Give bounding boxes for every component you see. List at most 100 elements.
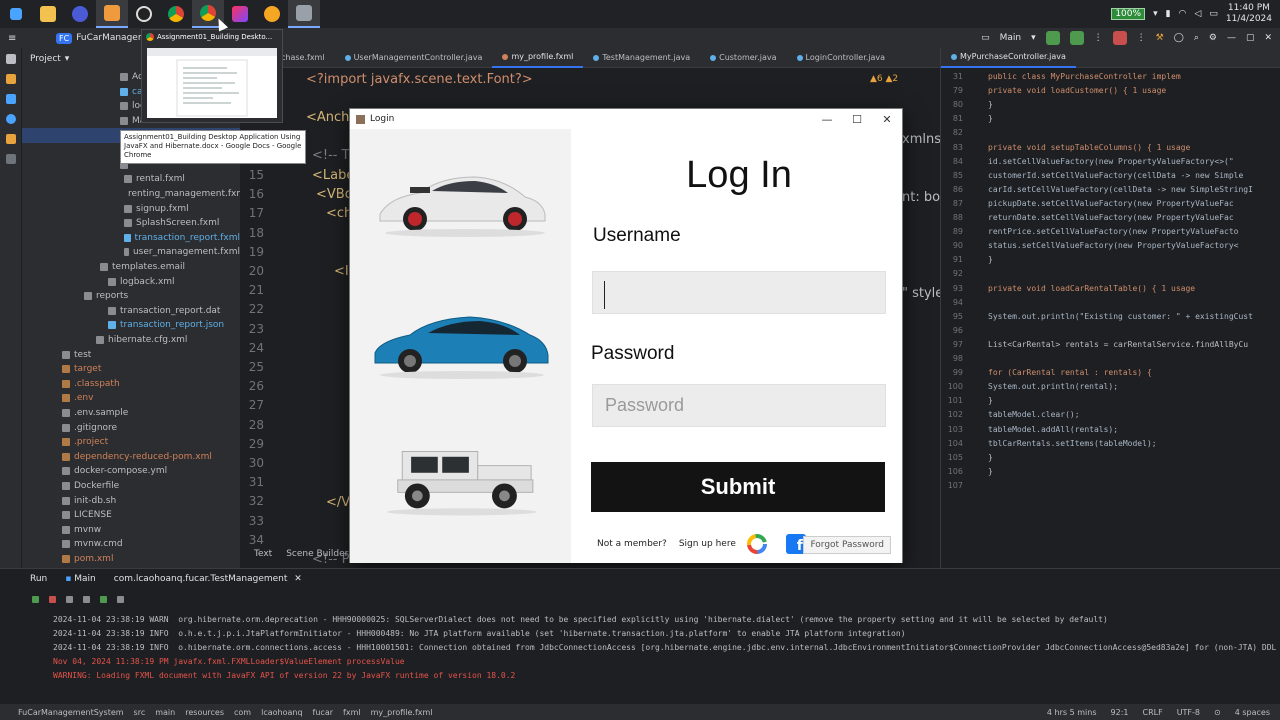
chevron-down-icon[interactable]: ▾ [1031,33,1036,43]
chevron-down-icon[interactable]: ▾ [1153,9,1158,19]
breadcrumb-item[interactable]: fxml [343,708,361,717]
app-orange-icon[interactable] [256,0,288,28]
bookmark-icon[interactable] [5,74,16,84]
more-icon[interactable] [117,595,124,603]
cursor-position[interactable]: 92:1 [1111,708,1129,717]
tab-main[interactable]: ▪ Main [65,574,95,584]
tree-item[interactable]: test [22,347,240,362]
tree-item[interactable]: rental.fxml [22,172,240,187]
breadcrumb-item[interactable]: FuCarManagementSystem [18,708,124,717]
more-icon[interactable] [5,154,16,164]
tree-item[interactable]: renting_management.fxml [22,187,240,202]
tree-item[interactable]: signup.fxml [22,201,240,216]
password-input[interactable] [592,384,886,427]
forgot-password-button[interactable]: Forgot Password [803,536,891,554]
tree-item[interactable]: init-db.sh [22,493,240,508]
clock[interactable]: 11:40 PM 11/4/2024 [1226,3,1272,25]
editor-tab[interactable]: TestManagement.java [583,48,700,68]
debug-icon[interactable] [1069,31,1084,45]
sign-up-link[interactable]: Sign up here [679,539,736,549]
usb-icon[interactable]: ▮ [1166,9,1171,19]
tree-item[interactable]: target [22,362,240,377]
tree-item[interactable]: .env.sample [22,406,240,421]
close-button[interactable]: ✕ [872,109,902,129]
tree-item[interactable]: transaction_report.fxml [22,231,240,246]
tree-item[interactable]: .env [22,391,240,406]
intellij-icon[interactable] [224,0,256,28]
database-icon[interactable] [5,134,16,144]
tree-item[interactable]: dependency-reduced-pom.xml [22,449,240,464]
search-icon[interactable]: ⌕ [1194,33,1199,43]
tree-item[interactable]: Dockerfile [22,479,240,494]
warnings-indicator[interactable]: ▲6 ▲2 [870,74,898,84]
breadcrumb-item[interactable]: com [234,708,251,717]
wifi-icon[interactable]: ◠ [1179,9,1187,19]
tree-item[interactable]: mvnw [22,522,240,537]
camera-icon[interactable] [66,595,73,603]
breadcrumb-item[interactable]: src [134,708,146,717]
tree-item[interactable]: LICENSE [22,508,240,523]
editor-tab[interactable]: LoginController.java [787,48,896,68]
breadcrumb-item[interactable]: lcaohoanq [261,708,302,717]
run-icon[interactable] [1045,31,1060,45]
battery-icon[interactable]: ▭ [1209,9,1218,19]
obs-icon[interactable] [128,0,160,28]
file-explorer-icon[interactable] [32,0,64,28]
build-icon[interactable]: ⚒ [1156,33,1164,43]
minimize-icon[interactable]: — [1227,33,1236,43]
volume-icon[interactable]: ◁ [1194,9,1201,19]
minimize-button[interactable]: — [812,109,842,129]
chrome-icon[interactable] [160,0,192,28]
run-config[interactable]: Main [1000,33,1022,43]
close-icon[interactable]: ✕ [294,574,302,584]
maximize-button[interactable]: ☐ [842,109,872,129]
battery-indicator[interactable]: 100% [1111,8,1146,20]
folder-icon[interactable] [5,54,16,64]
chrome-taskbar-preview[interactable]: Assignment01_Building Deskto... [141,29,283,123]
close-icon[interactable]: ✕ [1264,33,1272,43]
restore-icon[interactable] [83,595,90,603]
more-icon[interactable]: ⋮ [1137,33,1146,43]
console-output[interactable]: 2024-11-04 23:38:19 WARN org.hibernate.o… [53,613,1280,683]
line-ending[interactable]: CRLF [1142,708,1162,717]
editor-mode-tab[interactable]: Scene Builder [286,549,348,565]
branch-icon[interactable]: ▭ [981,33,990,43]
editor-tab[interactable]: my_profile.fxml [492,48,584,68]
maximize-icon[interactable]: ▢ [1246,33,1255,43]
more-icon[interactable]: ⋮ [1094,33,1103,43]
chevron-down-icon[interactable]: ▾ [65,54,70,64]
tree-item[interactable]: docker-compose.yml [22,464,240,479]
tab-test-management[interactable]: com.lcaohoanq.fucar.TestManagement ✕ [114,574,302,584]
tree-item[interactable]: user_management.fxml [22,245,240,260]
project-badge[interactable]: FC [56,32,73,44]
settings-icon[interactable]: ⚙ [1209,33,1217,43]
tree-item[interactable]: transaction_report.dat [22,304,240,319]
indent-setting[interactable]: 4 spaces [1235,708,1270,717]
tree-item[interactable]: .classpath [22,376,240,391]
java-app-icon[interactable] [288,0,320,28]
tree-item[interactable]: reports [22,289,240,304]
hamburger-menu-icon[interactable]: ≡ [8,33,16,44]
stop-icon[interactable] [1112,31,1127,45]
time-tracker[interactable]: 4 hrs 5 mins [1047,708,1097,717]
tree-item[interactable]: hibernate.cfg.xml [22,333,240,348]
debug-icon[interactable] [100,595,107,603]
windows-start-icon[interactable] [0,0,32,28]
editor-mode-tab[interactable]: Text [254,549,272,565]
github-icon[interactable] [5,114,16,124]
sublime-icon[interactable] [96,0,128,28]
file-encoding[interactable]: UTF-8 [1177,708,1200,717]
tree-item[interactable]: transaction_report.json [22,318,240,333]
editor-tab[interactable]: UserManagementController.java [335,48,493,68]
breadcrumb-item[interactable]: my_profile.fxml [371,708,433,717]
submit-button[interactable]: Submit [591,462,885,512]
plugin-icon[interactable] [5,94,16,104]
profile-icon[interactable]: ◯ [1174,33,1184,43]
preview-thumbnail[interactable] [147,48,277,118]
tree-item[interactable]: .gitignore [22,420,240,435]
breadcrumb-item[interactable]: resources [185,708,224,717]
breadcrumb-item[interactable]: fucar [313,708,333,717]
tree-item[interactable]: templates.email [22,260,240,275]
run-label[interactable]: Run [30,574,47,584]
rerun-icon[interactable] [32,595,39,603]
